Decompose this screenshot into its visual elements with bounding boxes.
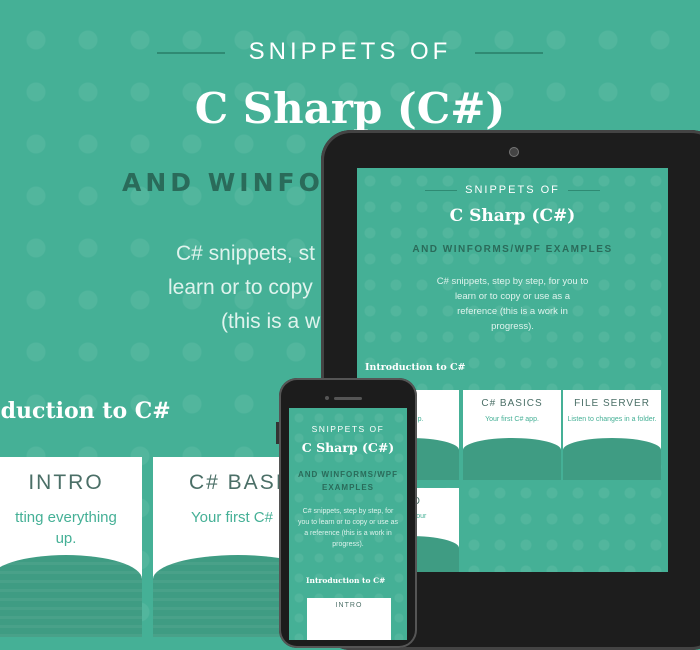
hero-kicker: SNIPPETS OF [0, 38, 700, 66]
phone-side-button [276, 422, 279, 444]
phone-description: C# snippets, step by step, for you to le… [298, 508, 398, 548]
card-title: C# BASICS [481, 398, 543, 409]
phone-title: C Sharp (C#) [301, 440, 395, 455]
tablet-camera [509, 147, 519, 157]
card-desc: tting everything up. [15, 509, 117, 547]
section-heading: oduction to C# [0, 398, 171, 424]
hero-desc-line: C# snippets, st [176, 242, 315, 265]
phone-camera [325, 396, 329, 400]
card-title: INTRO [335, 602, 363, 609]
tablet-title: C Sharp (C#) [449, 206, 576, 226]
card-thumbnail [563, 438, 661, 480]
hero-kicker-text: SNIPPETS OF [248, 38, 452, 65]
card-intro[interactable]: INTRO tting everything up. [0, 457, 142, 637]
phone-subtitle: AND WINFORMS/WPF EXAMPLES [298, 470, 398, 492]
kicker-rule-right [475, 51, 544, 54]
tablet-kicker: SNIPPETS OF [357, 184, 668, 196]
tablet-card-file-server[interactable]: FILE SERVER Listen to changes in a folde… [563, 390, 661, 480]
tablet-section-heading: Introduction to C# [365, 362, 466, 373]
card-desc: Your first C# app. [485, 416, 539, 423]
phone-speaker [334, 397, 362, 400]
phone-device: SNIPPETS OF C Sharp (C#) AND WINFORMS/WP… [276, 378, 417, 648]
card-thumbnail [0, 555, 142, 637]
tablet-card-csharp-basics[interactable]: C# BASICS Your first C# app. [463, 390, 561, 480]
card-title: INTRO [28, 471, 104, 494]
kicker-rule-left [156, 51, 225, 54]
tablet-description: C# snippets, step by step, for you to le… [436, 276, 589, 332]
tablet-subtitle: AND WINFORMS/WPF EXAMPLES [412, 244, 613, 255]
phone-screen: SNIPPETS OF C Sharp (C#) AND WINFORMS/WP… [289, 408, 407, 640]
hero-title: C Sharp (C#) [194, 84, 506, 133]
phone-section-heading: Introduction to C# [306, 576, 386, 585]
phone-kicker: SNIPPETS OF [311, 424, 385, 434]
hero-desc-line: (this is a w [221, 310, 321, 333]
hero-desc-line: learn or to copy [168, 276, 313, 299]
phone-card-intro[interactable]: INTRO [307, 598, 391, 640]
card-title: FILE SERVER [574, 398, 650, 409]
card-thumbnail [463, 438, 561, 480]
card-desc: Listen to changes in a folder. [567, 416, 657, 423]
